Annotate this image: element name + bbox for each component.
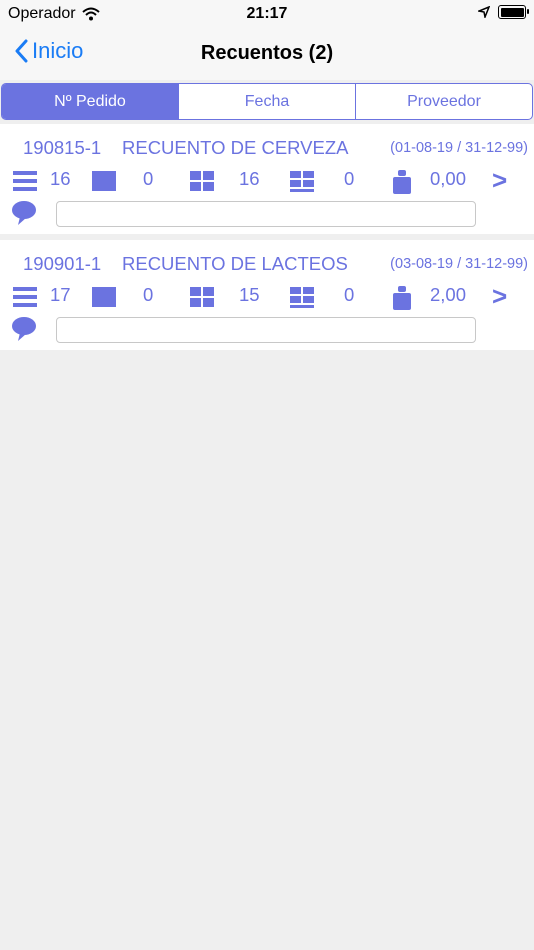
grid-icon — [190, 171, 214, 191]
comment-icon — [12, 317, 36, 341]
date-range: (03-08-19 / 31-12-99) — [390, 256, 528, 272]
weight-value: 2,00 — [430, 284, 467, 305]
box-icon — [92, 287, 116, 307]
pallets-count: 0 — [344, 284, 355, 305]
box-icon — [92, 171, 116, 191]
count-card[interactable]: 190815-1 RECUENTO DE CERVEZA (01-08-19 /… — [0, 124, 534, 234]
tab-fecha[interactable]: Fecha — [178, 84, 355, 119]
status-bar: Operador 21:17 — [0, 0, 534, 28]
list-icon — [13, 171, 37, 191]
tab-proveedor[interactable]: Proveedor — [355, 84, 532, 119]
page-title: Recuentos (2) — [200, 42, 334, 64]
comment-input[interactable] — [56, 201, 476, 227]
count-name: RECUENTO DE LACTEOS — [122, 253, 348, 274]
tab-numero-pedido[interactable]: Nº Pedido — [2, 84, 178, 119]
lines-count: 17 — [50, 284, 71, 305]
counts-list: 190815-1 RECUENTO DE CERVEZA (01-08-19 /… — [0, 124, 534, 350]
grid-icon — [190, 287, 214, 307]
chevron-right-icon[interactable]: > — [492, 281, 507, 312]
status-right — [478, 5, 529, 19]
comment-input[interactable] — [56, 317, 476, 343]
boxes-count: 0 — [143, 168, 154, 189]
status-time: 21:17 — [246, 5, 288, 22]
boxes-count: 0 — [143, 284, 154, 305]
order-number: 190815-1 — [23, 137, 102, 158]
pallets-count: 0 — [344, 168, 355, 189]
location-arrow-icon — [478, 6, 490, 18]
order-number: 190901-1 — [23, 253, 102, 274]
battery-icon — [498, 5, 529, 19]
comment-icon — [12, 201, 36, 225]
chevron-right-icon[interactable]: > — [492, 165, 507, 196]
weight-icon — [393, 286, 411, 310]
sort-segmented-control: Nº Pedido Fecha Proveedor — [1, 83, 533, 120]
date-range: (01-08-19 / 31-12-99) — [390, 140, 528, 156]
pallet-icon — [290, 171, 314, 192]
units-count: 16 — [239, 168, 260, 189]
count-card[interactable]: 190901-1 RECUENTO DE LACTEOS (03-08-19 /… — [0, 240, 534, 350]
list-icon — [13, 287, 37, 307]
weight-icon — [393, 170, 411, 194]
units-count: 15 — [239, 284, 260, 305]
count-name: RECUENTO DE CERVEZA — [122, 137, 349, 158]
lines-count: 16 — [50, 168, 71, 189]
nav-bar: Inicio Recuentos (2) — [0, 28, 534, 80]
pallet-icon — [290, 287, 314, 308]
weight-value: 0,00 — [430, 168, 467, 189]
